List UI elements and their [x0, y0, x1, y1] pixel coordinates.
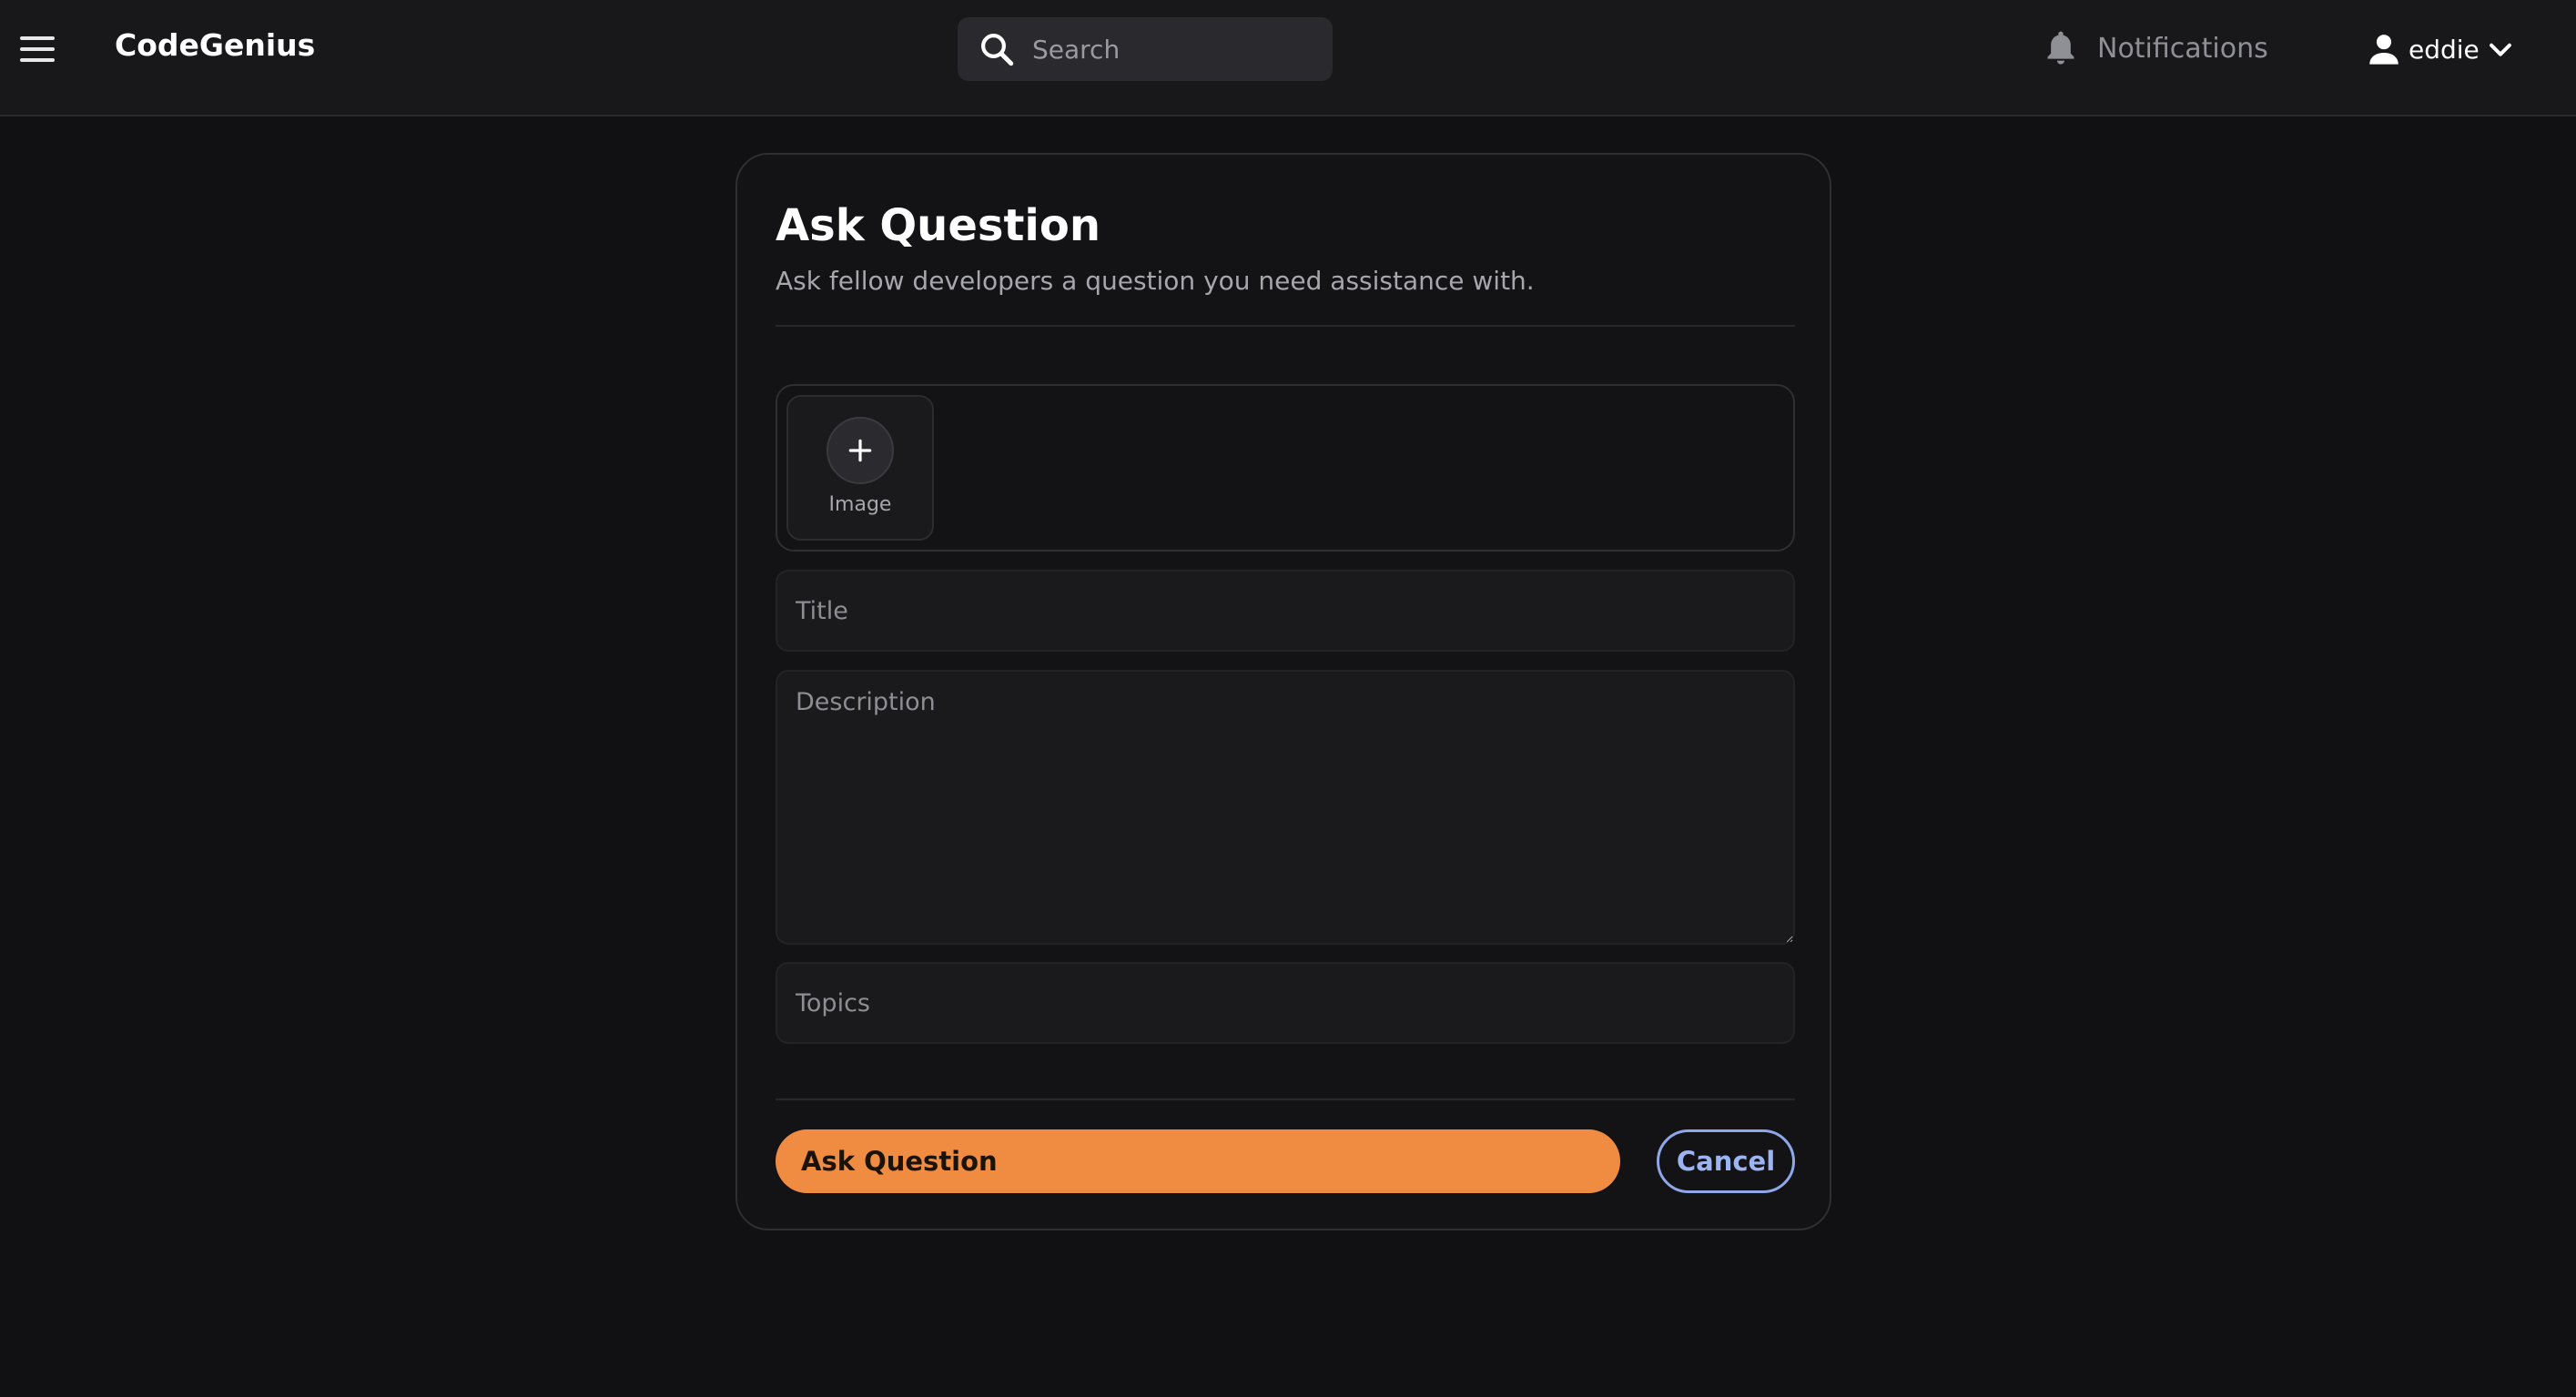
- cancel-button[interactable]: Cancel: [1657, 1129, 1795, 1193]
- plus-icon: [827, 417, 894, 484]
- image-upload-area: Image: [776, 384, 1795, 552]
- divider: [776, 1098, 1795, 1100]
- add-image-label: Image: [828, 493, 892, 516]
- user-menu[interactable]: eddie: [2365, 25, 2516, 73]
- search-bar[interactable]: [958, 17, 1333, 81]
- topics-input[interactable]: [776, 962, 1795, 1044]
- user-icon: [2369, 35, 2399, 65]
- page-subtitle: Ask fellow developers a question you nee…: [776, 266, 1535, 296]
- top-navbar: CodeGenius Notifications eddie: [0, 0, 2576, 116]
- page-title: Ask Question: [776, 200, 1100, 251]
- divider: [776, 325, 1795, 327]
- description-textarea[interactable]: [776, 670, 1795, 945]
- notifications-label: Notifications: [2097, 32, 2268, 65]
- ask-question-button[interactable]: Ask Question: [776, 1129, 1620, 1193]
- add-image-button[interactable]: Image: [786, 395, 934, 541]
- chevron-down-icon[interactable]: [2485, 34, 2516, 65]
- notifications-button[interactable]: Notifications: [2043, 24, 2268, 73]
- search-input[interactable]: [1030, 17, 1322, 81]
- ask-question-card: Ask Question Ask fellow developers a que…: [735, 153, 1831, 1230]
- search-icon: [981, 34, 1014, 66]
- title-input[interactable]: [776, 570, 1795, 652]
- hamburger-menu-icon[interactable]: [20, 35, 56, 64]
- brand-logo[interactable]: CodeGenius: [115, 27, 315, 63]
- user-name: eddie: [2409, 34, 2480, 65]
- bell-icon: [2047, 31, 2074, 65]
